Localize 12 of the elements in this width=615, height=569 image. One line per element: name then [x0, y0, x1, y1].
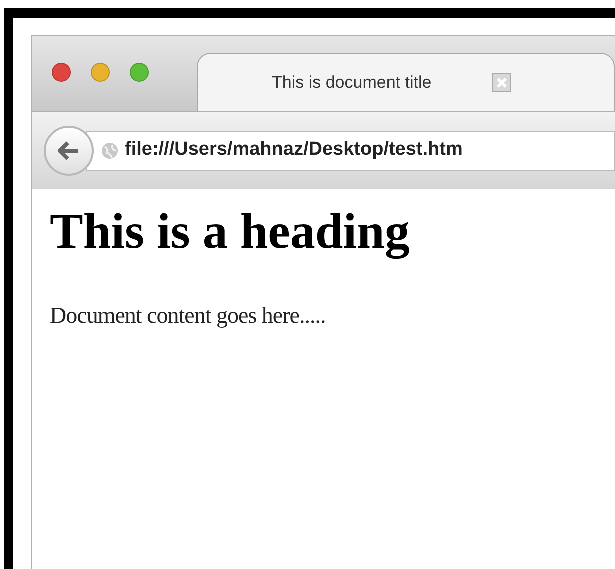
- window-control-button[interactable]: [91, 63, 110, 82]
- page-heading: This is a heading: [50, 202, 410, 261]
- back-button[interactable]: [44, 126, 94, 176]
- page-paragraph: Document content goes here.....: [50, 302, 326, 330]
- close-icon[interactable]: [492, 72, 512, 92]
- url-text: file:///Users/mahnaz/Desktop/test.htm: [125, 138, 463, 162]
- browser-tab[interactable]: This is document title: [197, 53, 615, 111]
- address-bar[interactable]: file:///Users/mahnaz/Desktop/test.htm: [86, 130, 615, 170]
- arrow-left-icon: [58, 140, 80, 160]
- window-control-button[interactable]: [130, 63, 149, 82]
- window-control-button[interactable]: [52, 63, 71, 82]
- globe-icon: [101, 142, 119, 160]
